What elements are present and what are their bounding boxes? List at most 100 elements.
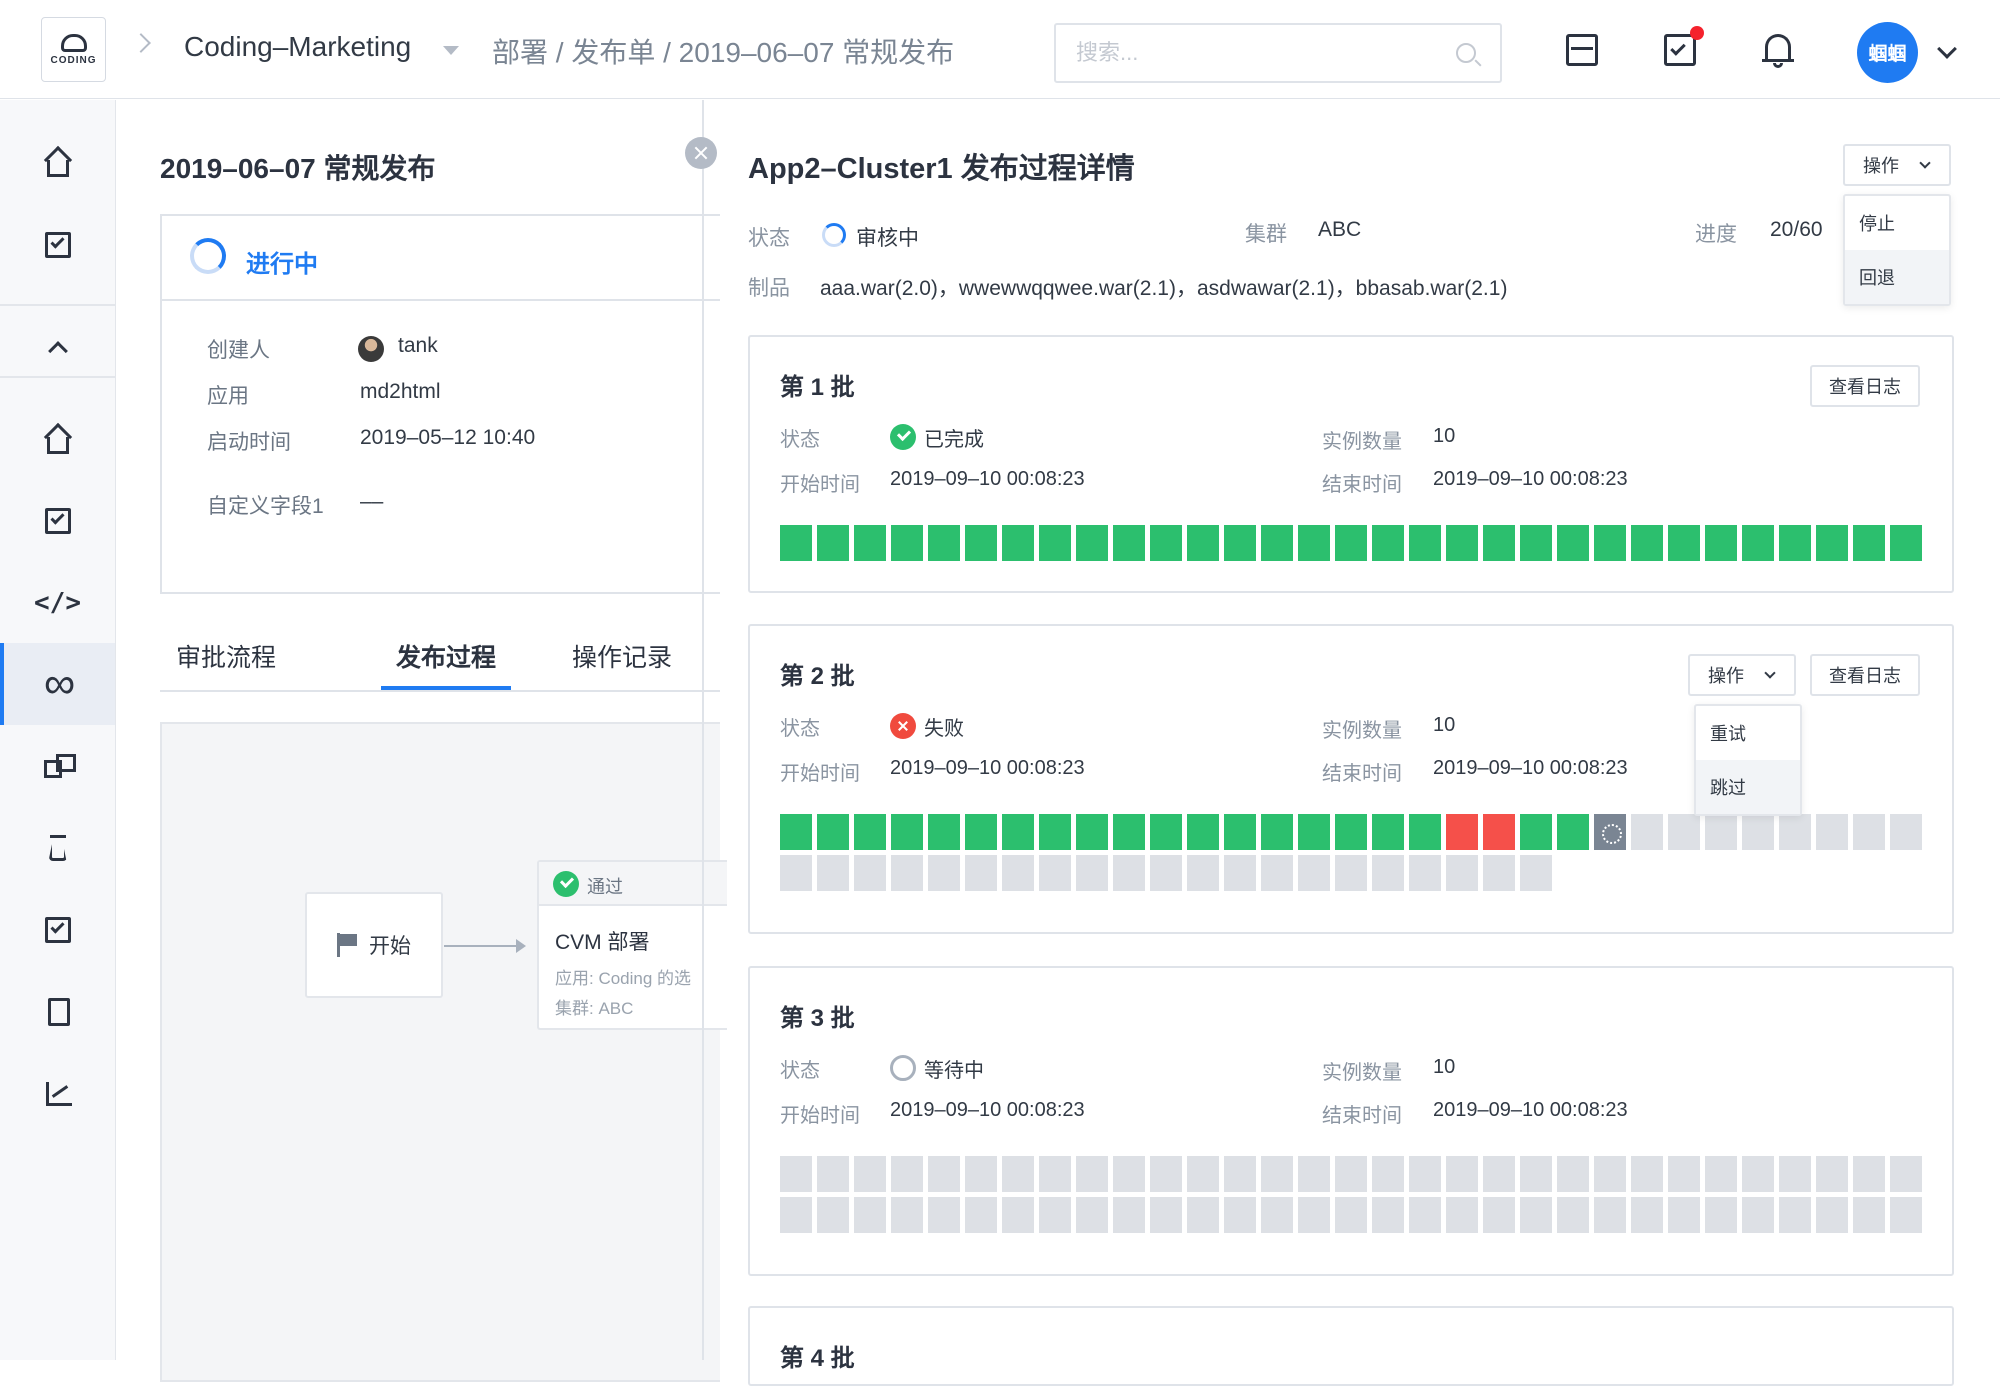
sidebar-item-project-home[interactable]: [0, 399, 115, 481]
flag-icon: [337, 933, 359, 957]
chevron-down-icon[interactable]: [1937, 39, 1957, 59]
node-cluster: 集群: ABC: [555, 999, 634, 1018]
instance-cell: [1335, 1197, 1367, 1233]
instance-cell: [1039, 814, 1071, 850]
sidebar-item-issues[interactable]: [0, 480, 115, 562]
instance-cell: [965, 814, 997, 850]
instance-cell: [780, 525, 812, 561]
operation-menu: 停止 回退: [1843, 194, 1951, 306]
instance-cell: [1668, 1156, 1700, 1192]
menu-item-rollback[interactable]: 回退: [1845, 250, 1949, 304]
batch-operation-button[interactable]: 操作: [1688, 654, 1796, 696]
instance-cell: [1742, 525, 1774, 561]
instance-cell: [1483, 855, 1515, 891]
flow-node-start[interactable]: 开始: [305, 892, 443, 998]
instance-cell: [854, 855, 886, 891]
project-name[interactable]: Coding–Marketing: [184, 31, 411, 63]
instance-cell: [1261, 1156, 1293, 1192]
instance-cell: [1631, 1197, 1663, 1233]
view-log-button[interactable]: 查看日志: [1810, 365, 1920, 407]
release-tabs: 审批流程 发布过程 操作记录: [160, 620, 720, 692]
instance-cell: [1409, 525, 1441, 561]
coding-logo[interactable]: CODING: [41, 17, 106, 82]
bell-icon[interactable]: [1760, 32, 1796, 68]
sidebar-item-docs[interactable]: [0, 971, 115, 1053]
batch-title: 第 3 批: [780, 1005, 855, 1032]
breadcrumb[interactable]: 部署 / 发布单 / 2019–06–07 常规发布: [492, 31, 954, 71]
instances-label: 实例数量: [1322, 1062, 1402, 1084]
calendar-frame: [1566, 34, 1598, 66]
sidebar-item-deploy[interactable]: ∞: [0, 643, 115, 725]
instance-cell: [1557, 1197, 1589, 1233]
field-label: 应用: [207, 385, 249, 408]
batch-card-4: 第 4 批: [748, 1306, 1954, 1386]
menu-item-retry[interactable]: 重试: [1696, 706, 1800, 760]
instance-cell: [1668, 525, 1700, 561]
flow-connector: [444, 939, 526, 953]
status-label: 状态: [780, 718, 820, 740]
batch-status: 已完成: [924, 429, 984, 451]
instance-cell: [928, 1197, 960, 1233]
instance-cell: [1446, 1197, 1478, 1233]
instance-cell: [1002, 525, 1034, 561]
sidebar-collapse[interactable]: [0, 320, 115, 376]
instance-cell: [1298, 1197, 1330, 1233]
start-time-value: 2019–09–10 00:08:23: [890, 468, 1085, 490]
instance-cell: [854, 1197, 886, 1233]
field-value: md2html: [360, 380, 441, 403]
instance-cell: [817, 855, 849, 891]
field-value: 2019–05–12 10:40: [360, 426, 536, 449]
chart-icon: [42, 1078, 74, 1110]
user-avatar[interactable]: 蝈蝈: [1857, 22, 1918, 83]
instance-cell: [780, 814, 812, 850]
end-time-value: 2019–09–10 00:08:23: [1433, 468, 1628, 490]
instance-cell: [1335, 1156, 1367, 1192]
search-input[interactable]: [1056, 25, 1436, 81]
search-box[interactable]: [1054, 23, 1502, 83]
instances-label: 实例数量: [1322, 431, 1402, 453]
instance-cell: [1076, 814, 1108, 850]
tab-release-process[interactable]: 发布过程: [396, 638, 496, 674]
instance-cell: [1483, 525, 1515, 561]
instance-cell: [1039, 855, 1071, 891]
sidebar-item-stats[interactable]: [0, 1053, 115, 1135]
instance-cell: [1779, 1156, 1811, 1192]
instance-cell: [891, 814, 923, 850]
calendar-check-icon: [42, 914, 74, 946]
instance-cell: [1002, 1197, 1034, 1233]
instance-cell: [1335, 855, 1367, 891]
tab-approval[interactable]: 审批流程: [176, 638, 276, 674]
menu-item-stop[interactable]: 停止: [1845, 196, 1949, 250]
instance-cell: [965, 1156, 997, 1192]
instance-cell: [1039, 1156, 1071, 1192]
instance-cell: [1557, 814, 1589, 850]
node-pass-label: 通过: [587, 877, 623, 897]
menu-item-skip[interactable]: 跳过: [1696, 760, 1800, 814]
instance-cell: [1594, 1156, 1626, 1192]
instance-cell: [1261, 525, 1293, 561]
instance-cell: [1076, 1197, 1108, 1233]
sidebar-item-artifacts[interactable]: [0, 725, 115, 807]
release-panel: 2019–06–07 常规发布 进行中 创建人 tank 应用 md2html …: [117, 100, 727, 1382]
view-log-button[interactable]: 查看日志: [1810, 654, 1920, 696]
sidebar-item-tasks[interactable]: [0, 204, 115, 286]
close-icon[interactable]: [685, 137, 717, 169]
operation-button[interactable]: 操作: [1843, 144, 1951, 186]
instance-cell: [1520, 525, 1552, 561]
instance-cell: [1224, 1156, 1256, 1192]
sidebar-item-home[interactable]: [0, 122, 115, 204]
sidebar-item-testing[interactable]: [0, 807, 115, 889]
instance-cell: [1520, 814, 1552, 850]
sidebar-item-code[interactable]: </>: [0, 562, 115, 644]
instance-cell: [1446, 525, 1478, 561]
end-time-value: 2019–09–10 00:08:23: [1433, 1099, 1628, 1121]
calendar-view-icon[interactable]: [1564, 32, 1600, 68]
search-icon[interactable]: [1456, 43, 1476, 63]
flow-node-cvm-deploy[interactable]: 通过 CVM 部署 应用: Coding 的选 集群: ABC: [537, 860, 727, 1030]
sidebar-item-calendar[interactable]: [0, 889, 115, 971]
active-tab-indicator: [381, 686, 511, 690]
task-check-icon[interactable]: [1662, 26, 1704, 68]
caret-down-icon[interactable]: [443, 46, 459, 55]
batch-title: 第 4 批: [780, 1345, 855, 1372]
tab-operation-log[interactable]: 操作记录: [572, 638, 672, 674]
